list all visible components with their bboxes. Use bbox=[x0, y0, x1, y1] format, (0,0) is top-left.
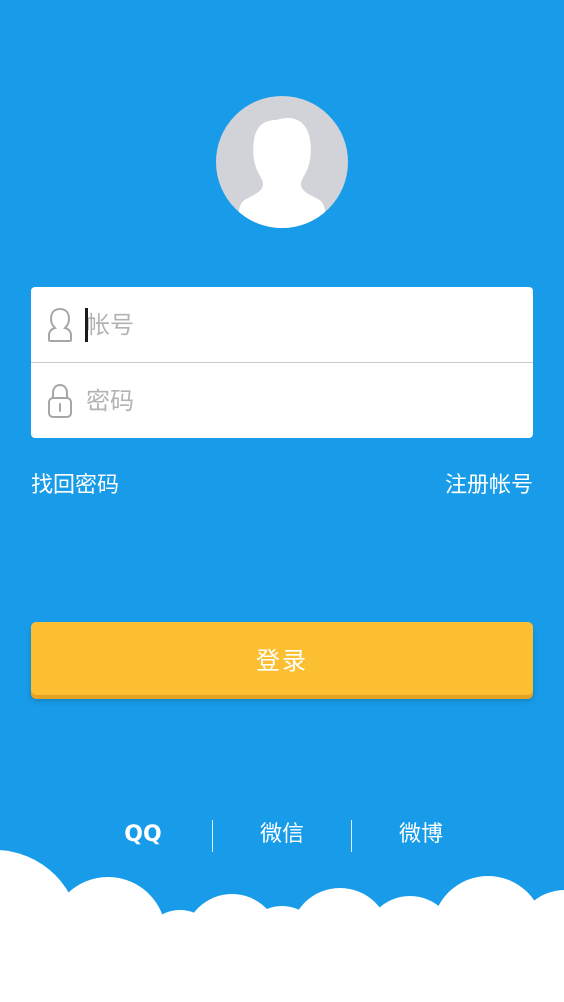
weibo-login-button[interactable]: 微博 bbox=[383, 817, 459, 853]
clouds-decoration bbox=[0, 850, 564, 1002]
qq-login-button[interactable]: QQ bbox=[113, 817, 173, 853]
register-link[interactable]: 注册帐号 bbox=[445, 470, 533, 502]
avatar bbox=[216, 96, 348, 228]
social-divider bbox=[351, 820, 352, 852]
social-divider bbox=[212, 820, 213, 852]
login-screen: 找回密码 注册帐号 登录 QQ 微信 微博 bbox=[0, 0, 564, 1002]
password-field bbox=[31, 363, 533, 438]
forgot-password-link[interactable]: 找回密码 bbox=[31, 470, 119, 502]
login-button[interactable]: 登录 bbox=[31, 622, 533, 695]
wechat-login-button[interactable]: 微信 bbox=[244, 817, 320, 853]
password-input[interactable] bbox=[83, 381, 516, 421]
user-avatar-icon bbox=[238, 118, 326, 228]
user-icon bbox=[48, 307, 72, 342]
login-form bbox=[31, 287, 533, 438]
account-input[interactable] bbox=[83, 305, 516, 345]
text-cursor bbox=[85, 308, 88, 342]
lock-icon bbox=[48, 383, 72, 418]
account-field bbox=[31, 287, 533, 362]
